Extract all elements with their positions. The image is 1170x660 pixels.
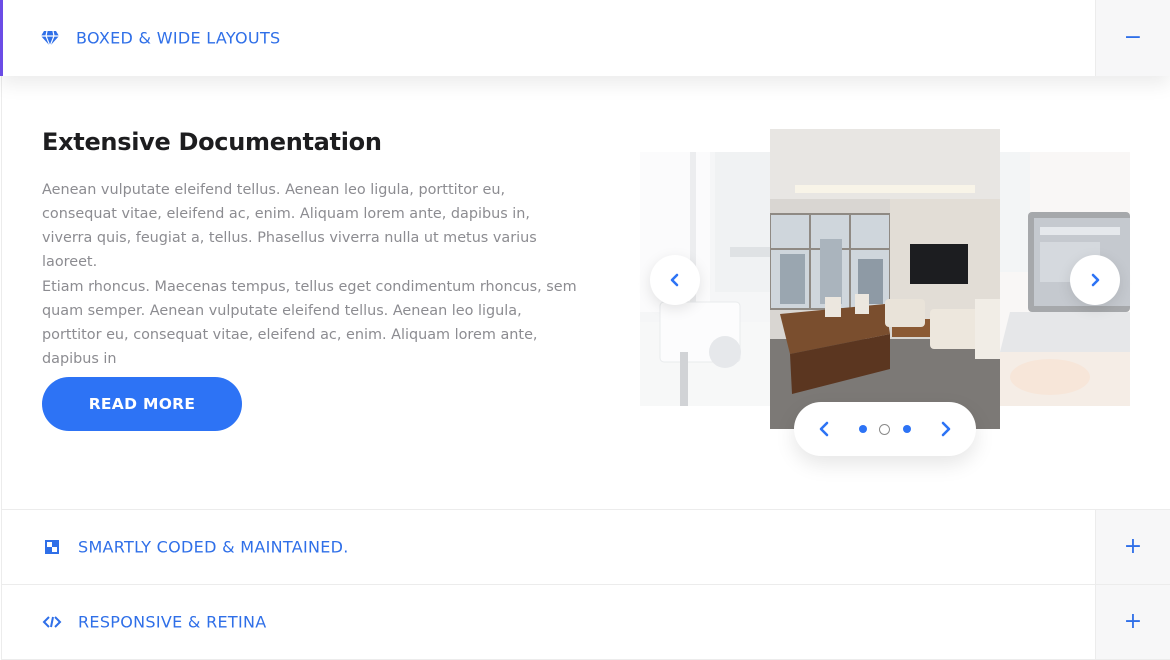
expand-button[interactable]: + xyxy=(1095,510,1170,584)
accordion-title: RESPONSIVE & RETINA xyxy=(78,612,267,632)
read-more-button[interactable]: READ MORE xyxy=(42,377,242,431)
accordion-panel: Extensive Documentation Aenean vulputate… xyxy=(1,76,1170,509)
pager-dot[interactable] xyxy=(859,425,867,433)
paragraph-text: Etiam rhoncus. Maecenas tempus, tellus e… xyxy=(42,279,577,367)
checkerboard-icon xyxy=(42,537,62,557)
slider-next-button[interactable] xyxy=(1070,255,1120,305)
accordion-header-responsive-retina[interactable]: RESPONSIVE & RETINA + xyxy=(1,584,1170,660)
slider-prev-button[interactable] xyxy=(650,255,700,305)
chevron-right-icon[interactable] xyxy=(936,419,956,439)
chevron-left-icon[interactable] xyxy=(814,419,834,439)
diamond-icon xyxy=(40,28,60,48)
accordion-header-smartly-coded[interactable]: SMARTLY CODED & MAINTAINED. + xyxy=(1,509,1170,584)
code-arrows-icon xyxy=(42,612,62,632)
pager-dot[interactable] xyxy=(903,425,911,433)
collapse-button[interactable]: − xyxy=(1095,0,1170,76)
section-heading: Extensive Documentation xyxy=(42,128,382,156)
minus-icon: − xyxy=(1123,25,1143,50)
accordion-title: BOXED & WIDE LAYOUTS xyxy=(76,28,281,48)
plus-icon: + xyxy=(1123,534,1143,559)
accordion-header-boxed-wide-layouts[interactable]: BOXED & WIDE LAYOUTS − xyxy=(0,0,1170,76)
pager-dot-active[interactable] xyxy=(879,423,890,435)
chevron-left-icon xyxy=(670,273,679,287)
slider-pagination xyxy=(794,402,976,456)
feature-accordion: BOXED & WIDE LAYOUTS − Extensive Documen… xyxy=(0,0,1170,660)
slide-office-interior-image[interactable] xyxy=(770,129,1000,429)
paragraph-text: Aenean vulputate eleifend tellus. Aenean… xyxy=(42,182,537,270)
accordion-title: SMARTLY CODED & MAINTAINED. xyxy=(78,537,349,557)
plus-icon: + xyxy=(1123,609,1143,634)
chevron-right-icon xyxy=(1091,273,1100,287)
expand-button[interactable]: + xyxy=(1095,585,1170,659)
